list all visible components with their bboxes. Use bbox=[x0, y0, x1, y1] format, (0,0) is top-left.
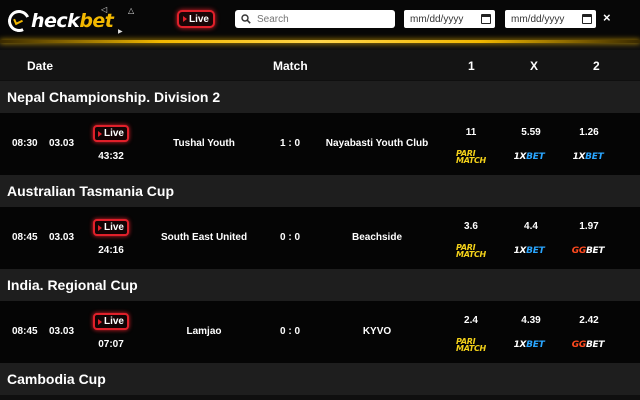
league-header[interactable]: Australian Tasmania Cup bbox=[0, 175, 640, 207]
col-x: X bbox=[530, 59, 539, 73]
league-header[interactable]: Nepal Championship. Division 2 bbox=[0, 81, 640, 113]
col-date: Date bbox=[27, 59, 54, 73]
column-header: Date Match 1 X 2 bbox=[0, 50, 640, 80]
match-row[interactable]: 08:45 03.03 Live 24:16 South East United… bbox=[0, 207, 640, 269]
date-to-field[interactable]: mm/dd/yyyy bbox=[505, 10, 596, 28]
logo-check-icon bbox=[4, 6, 34, 36]
checkbet-logo[interactable]: heckbet bbox=[4, 6, 114, 36]
live-dot-icon bbox=[97, 318, 102, 325]
calendar-icon[interactable] bbox=[481, 14, 491, 24]
live-label: Live bbox=[188, 13, 209, 25]
away-team: Beachside bbox=[351, 232, 403, 243]
score: 0 : 0 bbox=[279, 326, 301, 337]
date-from-field[interactable]: mm/dd/yyyy bbox=[404, 10, 495, 28]
ggbet-logo[interactable]: GGBET bbox=[572, 246, 605, 256]
col-1: 1 bbox=[468, 59, 475, 73]
1xbet-logo[interactable]: 1XBET bbox=[573, 152, 604, 162]
live-filter-button[interactable]: Live bbox=[177, 10, 215, 28]
live-badge: Live bbox=[93, 313, 129, 330]
odds-2[interactable]: 1.97 bbox=[579, 221, 598, 232]
match-row[interactable]: 08:45 03.03 Live 07:07 Lamjao 0 : 0 KYVO… bbox=[0, 301, 640, 363]
date-to-placeholder: mm/dd/yyyy bbox=[511, 13, 565, 25]
ggbet-logo[interactable]: GGBET bbox=[572, 340, 605, 350]
triangle-icon: ◁ bbox=[101, 5, 108, 14]
league-header[interactable]: India. Regional Cup bbox=[0, 269, 640, 301]
match-time: 08:45 bbox=[12, 232, 38, 243]
1xbet-logo[interactable]: 1XBET bbox=[514, 340, 545, 350]
odds-1[interactable]: 3.6 bbox=[464, 221, 478, 232]
live-label: Live bbox=[103, 222, 124, 233]
home-team: Lamjao bbox=[186, 326, 222, 337]
col-match: Match bbox=[273, 59, 308, 73]
search-box[interactable] bbox=[235, 10, 395, 28]
close-icon[interactable]: × bbox=[603, 10, 611, 25]
top-bar: heckbet ◁ △ ▶ Live mm/dd/yyyy mm/dd/yyyy… bbox=[0, 0, 640, 42]
live-label: Live bbox=[103, 316, 124, 327]
parimatch-logo[interactable]: PARI MATCH bbox=[456, 244, 486, 259]
live-label: Live bbox=[103, 128, 124, 139]
calendar-icon[interactable] bbox=[582, 14, 592, 24]
date-from-placeholder: mm/dd/yyyy bbox=[410, 13, 464, 25]
match-row[interactable]: 08:30 03.03 Live 43:32 Tushal Youth 1 : … bbox=[0, 113, 640, 175]
away-team: Nayabasti Youth Club bbox=[325, 138, 429, 149]
odds-x[interactable]: 4.4 bbox=[524, 221, 538, 232]
live-dot-icon bbox=[97, 130, 102, 137]
score: 1 : 0 bbox=[279, 138, 301, 149]
odds-x[interactable]: 4.39 bbox=[521, 315, 540, 326]
search-icon bbox=[241, 14, 251, 24]
header-glow-divider bbox=[0, 40, 640, 43]
away-team: KYVO bbox=[362, 326, 392, 337]
1xbet-logo[interactable]: 1XBET bbox=[514, 246, 545, 256]
match-date: 03.03 bbox=[49, 138, 75, 149]
match-time: 08:30 bbox=[12, 138, 38, 149]
home-team: South East United bbox=[160, 232, 248, 243]
triangle-icon: ▶ bbox=[118, 29, 123, 35]
league-header[interactable]: Cambodia Cup bbox=[0, 363, 640, 395]
score: 0 : 0 bbox=[279, 232, 301, 243]
match-clock: 07:07 bbox=[98, 339, 124, 350]
home-team: Tushal Youth bbox=[173, 138, 235, 149]
match-date: 03.03 bbox=[49, 232, 75, 243]
live-badge: Live bbox=[93, 219, 129, 236]
parimatch-logo[interactable]: PARI MATCH bbox=[456, 338, 486, 353]
live-dot-icon bbox=[182, 16, 187, 22]
odds-1[interactable]: 2.4 bbox=[464, 315, 478, 326]
search-input[interactable] bbox=[257, 13, 387, 25]
match-clock: 43:32 bbox=[98, 151, 124, 162]
live-dot-icon bbox=[97, 224, 102, 231]
match-time: 08:45 bbox=[12, 326, 38, 337]
col-2: 2 bbox=[593, 59, 600, 73]
live-badge: Live bbox=[93, 125, 129, 142]
match-clock: 24:16 bbox=[98, 245, 124, 256]
odds-x[interactable]: 5.59 bbox=[521, 127, 540, 138]
1xbet-logo[interactable]: 1XBET bbox=[514, 152, 545, 162]
triangle-icon: △ bbox=[128, 6, 135, 15]
odds-2[interactable]: 2.42 bbox=[579, 315, 598, 326]
odds-1[interactable]: 11 bbox=[466, 127, 477, 138]
match-date: 03.03 bbox=[49, 326, 75, 337]
odds-2[interactable]: 1.26 bbox=[579, 127, 598, 138]
parimatch-logo[interactable]: PARI MATCH bbox=[456, 150, 486, 165]
